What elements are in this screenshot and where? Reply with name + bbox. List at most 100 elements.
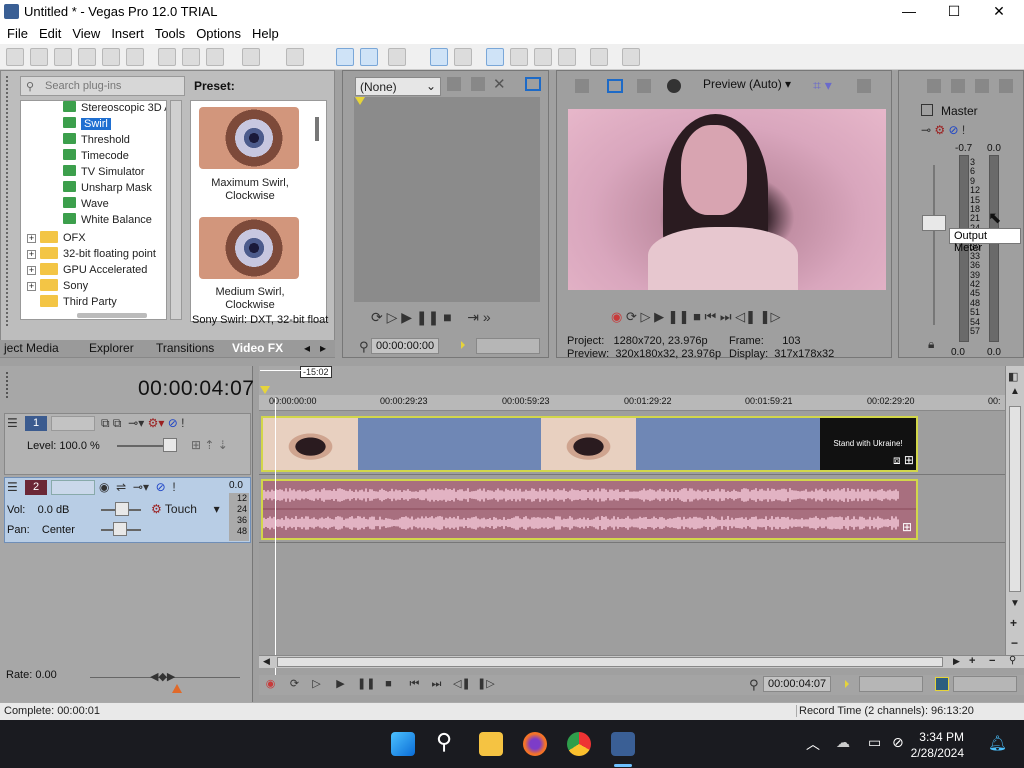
- tree-folder-ofx[interactable]: + OFX: [27, 231, 86, 247]
- video-event[interactable]: Stand with Ukraine! ⧈ ⊞: [261, 416, 918, 472]
- next-frame-button[interactable]: ❚▷: [477, 677, 495, 691]
- master-expand-icon[interactable]: [921, 104, 933, 116]
- start-button-icon[interactable]: [391, 732, 415, 756]
- normal-edit-tool-icon[interactable]: [336, 48, 354, 66]
- network-icon[interactable]: ☁: [836, 734, 850, 751]
- audio-track-header[interactable]: ☰ 2 ◉ ⇌ ⊸▾ ⊘ ! 0.0 Vol: 0.0 dB ⚙ Touch ▾…: [4, 477, 251, 543]
- tree-item[interactable]: Wave: [63, 197, 109, 213]
- expand-icon[interactable]: +: [27, 282, 36, 291]
- plugin-search-input[interactable]: Search plug-ins: [20, 76, 185, 96]
- menu-file[interactable]: File: [0, 24, 32, 41]
- search-icon[interactable]: ⚲: [436, 729, 452, 755]
- timeline-grip[interactable]: [6, 372, 12, 398]
- expand-icon[interactable]: +: [27, 234, 36, 243]
- overlays-icon[interactable]: ⌗ ▾: [813, 77, 832, 94]
- trimmer-lock-icon[interactable]: [447, 77, 461, 91]
- playhead-cursor[interactable]: [275, 398, 276, 686]
- snapping-icon[interactable]: [486, 48, 504, 66]
- envelope-edit-tool-icon[interactable]: [360, 48, 378, 66]
- copy-icon[interactable]: [182, 48, 200, 66]
- tree-folder-third-party[interactable]: Third Party: [40, 295, 117, 311]
- track-motion-icon[interactable]: [590, 48, 608, 66]
- menu-view[interactable]: View: [65, 24, 104, 41]
- loop-start-icon[interactable]: [260, 386, 270, 394]
- master-controls[interactable]: ⊸ ⚙ ⊘ !: [921, 123, 965, 137]
- expand-icon[interactable]: +: [27, 250, 36, 259]
- tree-item[interactable]: Unsharp Mask: [63, 181, 152, 197]
- selection-tool-icon[interactable]: [388, 48, 406, 66]
- expand-icon[interactable]: +: [27, 266, 36, 275]
- tab-transitions[interactable]: Transitions: [156, 341, 214, 355]
- pan-slider-handle[interactable]: [113, 522, 127, 536]
- stop-button[interactable]: ■: [381, 677, 396, 691]
- open-folder-icon[interactable]: [30, 48, 48, 66]
- meter-options-icon[interactable]: [999, 79, 1013, 93]
- tree-item[interactable]: White Balance: [63, 213, 152, 229]
- tree-item[interactable]: Threshold: [63, 133, 130, 149]
- trimmer-transport[interactable]: ⟳ ▷ ▶ ❚❚ ■ ⇥ »: [371, 309, 491, 326]
- chevron-up-icon[interactable]: ︿: [806, 734, 820, 754]
- file-explorer-icon[interactable]: [479, 732, 503, 756]
- render-icon[interactable]: [102, 48, 120, 66]
- pause-button[interactable]: ❚❚: [357, 677, 375, 691]
- timeline-hscrollbar[interactable]: ◀ ▶ + − ⚲: [259, 655, 1024, 668]
- minimize-button[interactable]: —: [886, 0, 932, 24]
- tab-video-fx[interactable]: Video FX: [232, 341, 283, 355]
- vscroll-thumb[interactable]: [1009, 406, 1021, 592]
- tab-project-media[interactable]: ject Media: [4, 341, 59, 355]
- menu-tools[interactable]: Tools: [148, 24, 189, 41]
- tab-explorer[interactable]: Explorer: [89, 341, 134, 355]
- dim-output-icon[interactable]: [975, 79, 989, 93]
- preview-quality-icon[interactable]: [667, 79, 681, 93]
- preset-thumbnail[interactable]: [199, 107, 299, 169]
- vegas-taskbar-icon[interactable]: [611, 732, 635, 756]
- firefox-icon[interactable]: [523, 732, 547, 756]
- timeline-vscrollbar[interactable]: ◧ ▲ ▼ + −: [1005, 366, 1024, 656]
- downmix-icon[interactable]: [951, 79, 965, 93]
- rate-slider-handle[interactable]: ◀◆▶: [150, 670, 175, 683]
- hscroll-thumb[interactable]: [277, 657, 943, 667]
- menu-help[interactable]: Help: [245, 24, 283, 41]
- whats-this-help-icon[interactable]: [622, 48, 640, 66]
- trimmer-monitor-icon[interactable]: [525, 77, 541, 91]
- automation-mode-dropdown[interactable]: ⚙ Touch ▾: [151, 502, 220, 516]
- event-fx-icon[interactable]: ⊞: [902, 520, 912, 534]
- preview-quality-dropdown[interactable]: Preview (Auto) ▾: [703, 77, 791, 91]
- lock-envelopes-icon[interactable]: [454, 48, 472, 66]
- preset-thumbnail[interactable]: [199, 217, 299, 279]
- menu-edit[interactable]: Edit: [32, 24, 65, 41]
- track-minimize-icon[interactable]: ☰: [7, 480, 18, 494]
- vol-slider-handle[interactable]: [115, 502, 129, 516]
- notification-bell-icon[interactable]: 🔔︎: [988, 734, 1007, 752]
- tree-folder-32bit[interactable]: +32-bit floating point: [27, 247, 156, 263]
- tree-folder-sony[interactable]: + Sony: [27, 279, 88, 295]
- go-to-start-button[interactable]: ⏮: [407, 677, 422, 691]
- zoom-tool-icon[interactable]: [558, 48, 576, 66]
- tree-vscrollbar[interactable]: [170, 100, 182, 320]
- tab-scroll-left-icon[interactable]: ◂: [304, 341, 310, 355]
- tree-item[interactable]: Timecode: [63, 149, 129, 165]
- audio-event[interactable]: ⊞: [261, 479, 918, 540]
- split-screen-icon[interactable]: [637, 79, 651, 93]
- preset-scrollbar[interactable]: [315, 117, 319, 141]
- maximize-button[interactable]: ☐: [931, 0, 977, 24]
- video-track-controls[interactable]: ⧉ ⧉ ⊸▾ ⚙▾ ⊘ !: [101, 416, 184, 431]
- display-icon[interactable]: ▭: [868, 734, 881, 751]
- fader-lock-icon[interactable]: 🔒︎: [928, 337, 934, 352]
- loop-region[interactable]: [260, 370, 302, 371]
- chrome-icon[interactable]: [567, 732, 591, 756]
- close-button[interactable]: ✕: [976, 0, 1022, 24]
- taskbar-clock[interactable]: 3:34 PM 2/28/2024: [911, 729, 964, 761]
- volume-muted-icon[interactable]: ⊘: [892, 734, 904, 751]
- trimmer-source-dropdown[interactable]: (None) ⌄: [355, 77, 441, 96]
- previous-frame-button[interactable]: ◁❚: [453, 677, 471, 691]
- audio-track-controls[interactable]: ◉ ⇌ ⊸▾ ⊘ !: [99, 480, 176, 494]
- redo-icon[interactable]: [286, 48, 304, 66]
- external-monitor-icon[interactable]: [607, 79, 623, 93]
- tree-item[interactable]: TV Simulator: [63, 165, 145, 181]
- paste-icon[interactable]: [206, 48, 224, 66]
- trimmer-clear-icon[interactable]: ✕: [493, 75, 506, 93]
- level-slider-handle[interactable]: [163, 438, 177, 452]
- menu-options[interactable]: Options: [189, 24, 245, 41]
- preview-transport[interactable]: ◉ ⟳ ▷ ▶ ❚❚ ■ ⏮ ⏭ ◁❚ ❚▷: [611, 309, 781, 325]
